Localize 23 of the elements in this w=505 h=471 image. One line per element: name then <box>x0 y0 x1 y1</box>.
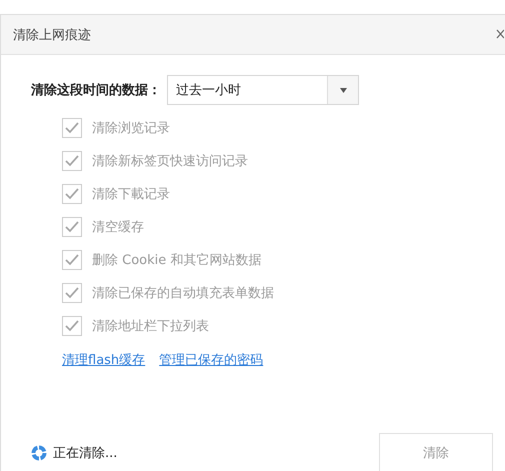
checkbox-label: 删除 Cookie 和其它网站数据 <box>92 252 262 269</box>
check-icon <box>65 254 79 266</box>
link[interactable]: 清理flash缓存 <box>62 351 146 369</box>
dropdown-arrow-icon <box>340 88 346 92</box>
check-icon <box>65 221 79 233</box>
checkbox-label: 清除下載记录 <box>92 186 170 203</box>
check-icon <box>65 287 79 299</box>
checkbox-label: 清空缓存 <box>92 219 144 236</box>
window-title: 清除上网痕迹 <box>13 26 91 44</box>
checkbox-label: 清除已保存的自动填充表单数据 <box>92 285 274 302</box>
checkbox-label: 清除浏览记录 <box>92 120 170 137</box>
time-range-label: 清除这段时间的数据： <box>31 82 161 99</box>
checkbox-label: 清除地址栏下拉列表 <box>92 318 209 335</box>
link[interactable]: 管理已保存的密码 <box>159 351 264 369</box>
loading-spinner-icon <box>31 445 47 461</box>
close-icon[interactable] <box>496 28 504 40</box>
status-text: 正在清除... <box>53 445 118 462</box>
time-range-dropdown[interactable]: 过去一小时 <box>167 75 359 105</box>
check-icon <box>65 320 79 332</box>
check-icon <box>65 188 79 200</box>
check-icon <box>65 122 79 134</box>
check-icon <box>65 155 79 167</box>
checkbox-label: 清除新标签页快速访问记录 <box>92 153 248 170</box>
